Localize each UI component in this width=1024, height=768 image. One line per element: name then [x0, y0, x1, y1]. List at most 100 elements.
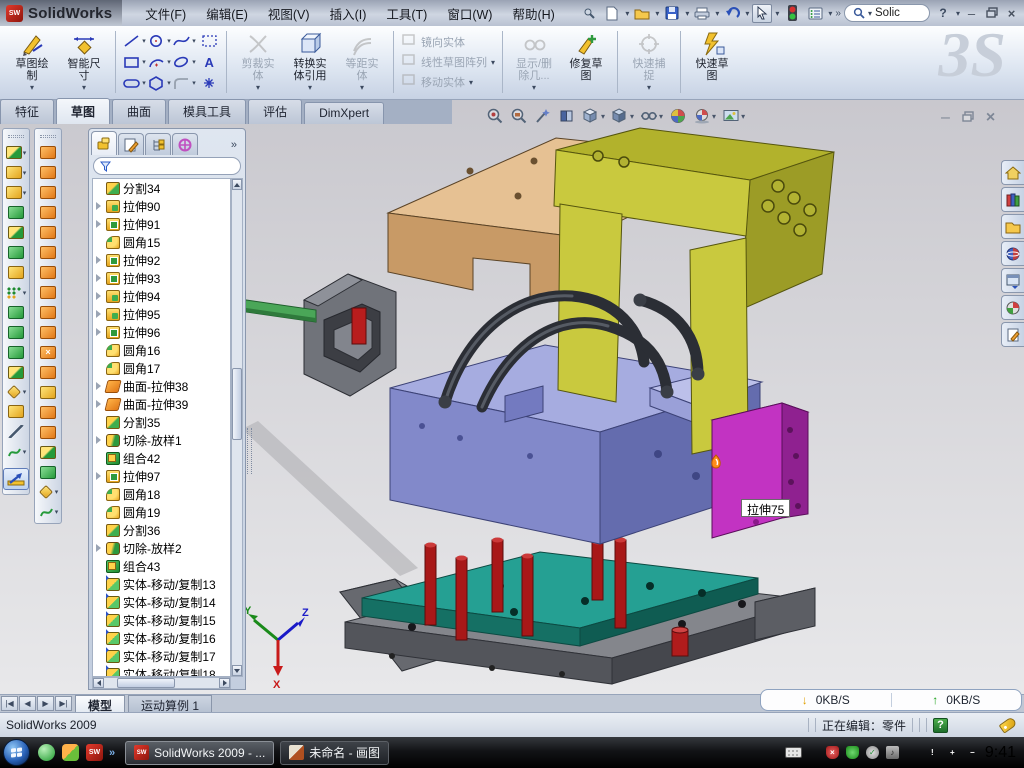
doc-close-button[interactable]: × [986, 109, 995, 127]
fillet-button[interactable]: ▾ [6, 186, 27, 199]
offset-surface-button[interactable] [40, 286, 56, 299]
extend-surface-button[interactable] [40, 406, 56, 419]
tree-item-11[interactable]: 曲面-拉伸38 [93, 377, 230, 395]
scroll-down-button[interactable] [232, 665, 242, 676]
menubar-item-5[interactable]: 窗口(W) [438, 1, 501, 26]
scroll-left-button[interactable] [93, 678, 104, 688]
scroll-up-button[interactable] [232, 179, 242, 190]
tree-item-9[interactable]: 圆角16 [93, 341, 230, 359]
extruded-boss-base-button[interactable]: ▾ [6, 146, 27, 159]
rapid-sketch-button[interactable]: 快速草图 [686, 29, 738, 82]
expander-icon[interactable] [95, 274, 103, 282]
select-dropdown[interactable]: ▾ [775, 9, 779, 18]
tree-item-15[interactable]: 组合42 [93, 449, 230, 467]
instant3d-button[interactable] [3, 468, 29, 490]
repair-sketch-button[interactable]: 修复草图 [560, 29, 612, 82]
expander-icon[interactable] [95, 400, 103, 408]
lofted-surface-button[interactable] [40, 206, 56, 219]
tag-icon[interactable] [999, 716, 1018, 733]
toolbar-overflow-icon[interactable]: » [835, 8, 841, 19]
panel-splitter[interactable] [246, 128, 253, 690]
text-button[interactable]: A [196, 51, 221, 72]
curves-button[interactable]: ▾ [6, 445, 27, 459]
options-button[interactable] [805, 4, 825, 23]
model-tab-0[interactable]: 模型 [75, 695, 125, 712]
tree-item-26[interactable]: 实体-移动/复制17 [93, 647, 230, 665]
convert-entities-button[interactable]: 转换实体引用▾ [284, 29, 336, 92]
menubar-item-0[interactable]: 文件(F) [136, 1, 195, 26]
tree-horizontal-scrollbar[interactable] [92, 677, 231, 689]
expander-icon[interactable] [95, 202, 103, 210]
trim-entities-dropdown[interactable]: ▾ [256, 83, 260, 92]
freeform-button[interactable] [40, 326, 56, 339]
convert-entities-dropdown[interactable]: ▾ [308, 83, 312, 92]
tray-security-icon[interactable] [846, 746, 859, 759]
fillet-dropdown[interactable]: ▾ [23, 189, 27, 197]
featuremanager-design-tree-tab[interactable] [91, 131, 117, 155]
linear-pattern-dropdown[interactable]: ▾ [23, 289, 27, 297]
tree-item-13[interactable]: 分割35 [93, 413, 230, 431]
gray-clamp-part[interactable] [304, 274, 396, 396]
design-library-tab[interactable] [1001, 187, 1024, 212]
solidworks-resources-tab[interactable] [1001, 160, 1024, 185]
apply-scene-dropdown[interactable]: ▾ [712, 112, 716, 121]
tree-item-24[interactable]: 实体-移动/复制15 [93, 611, 230, 629]
menubar-item-3[interactable]: 插入(I) [321, 1, 376, 26]
tree-item-6[interactable]: 拉伸94 [93, 287, 230, 305]
tree-item-21[interactable]: 组合43 [93, 557, 230, 575]
first-tab-button[interactable]: |◀ [1, 696, 18, 711]
tree-item-16[interactable]: 拉伸97 [93, 467, 230, 485]
tree-item-19[interactable]: 分割36 [93, 521, 230, 539]
smart-dimension-dropdown[interactable]: ▾ [82, 83, 86, 92]
zoom-to-selection-button[interactable] [534, 107, 552, 125]
start-button[interactable] [3, 739, 30, 766]
edit-appearance-button[interactable] [669, 107, 687, 125]
scroll-thumb[interactable] [232, 368, 242, 440]
trim-surface-button[interactable] [40, 426, 56, 439]
tree-item-7[interactable]: 拉伸95 [93, 305, 230, 323]
lofted-boss-button[interactable] [8, 226, 24, 239]
extruded-cut-button[interactable]: ▾ [6, 166, 27, 179]
expander-icon[interactable] [95, 220, 103, 228]
dimxpertmanager-tab[interactable] [172, 133, 198, 155]
expander-icon[interactable] [95, 544, 103, 552]
linear-sketch-pattern-dropdown[interactable]: ▾ [491, 58, 495, 67]
feature-tree-filter[interactable] [93, 157, 241, 175]
quick-launch-application[interactable] [62, 744, 79, 761]
curves-button[interactable]: ▾ [38, 505, 59, 519]
tree-item-22[interactable]: 实体-移动/复制13 [93, 575, 230, 593]
join-bodies-button[interactable] [8, 346, 24, 359]
reference-geometry-button[interactable]: ▾ [38, 486, 59, 498]
menubar-item-2[interactable]: 视图(V) [259, 1, 319, 26]
linear-sketch-pattern-button[interactable]: 线性草图阵列▾ [399, 53, 497, 71]
input-language-icon[interactable] [785, 747, 802, 758]
configurationmanager-tab[interactable] [145, 133, 171, 155]
tree-item-2[interactable]: 拉伸91 [93, 215, 230, 233]
sketch-button[interactable]: 草图绘制▾ [6, 29, 58, 92]
plane-button[interactable] [8, 405, 24, 418]
tree-vertical-scrollbar[interactable] [231, 178, 243, 677]
display-delete-relations-button[interactable]: 显示/删除几...▾ [508, 29, 560, 92]
radiate-surface-button[interactable] [40, 306, 56, 319]
slot-button[interactable]: ▾ [121, 72, 146, 93]
tree-item-3[interactable]: 圆角15 [93, 233, 230, 251]
knit-surface-button[interactable] [40, 386, 56, 399]
axis-button[interactable] [8, 425, 24, 438]
search-tab[interactable] [1001, 241, 1024, 266]
move-entities-dropdown[interactable]: ▾ [469, 78, 473, 87]
ellipse-button[interactable]: ▾ [171, 51, 196, 72]
tree-item-12[interactable]: 曲面-拉伸39 [93, 395, 230, 413]
planar-surface-button[interactable] [40, 266, 56, 279]
new-document-dropdown[interactable]: ▾ [625, 9, 629, 18]
ribbon-tab-3[interactable]: 模具工具 [168, 99, 246, 124]
tree-item-20[interactable]: 切除-放样2 [93, 539, 230, 557]
expander-icon[interactable] [95, 436, 103, 444]
tray-volume-icon[interactable]: ♪ [886, 746, 899, 759]
reference-geometry-button[interactable]: ▾ [6, 386, 27, 398]
tree-item-23[interactable]: 实体-移动/复制14 [93, 593, 230, 611]
view-orientation-dropdown[interactable]: ▾ [601, 112, 605, 121]
ribbon-tab-0[interactable]: 特征 [0, 99, 54, 124]
extruded-boss-base-dropdown[interactable]: ▾ [23, 149, 27, 157]
scroll-right-button[interactable] [219, 678, 230, 688]
options-dropdown[interactable]: ▾ [828, 9, 832, 18]
